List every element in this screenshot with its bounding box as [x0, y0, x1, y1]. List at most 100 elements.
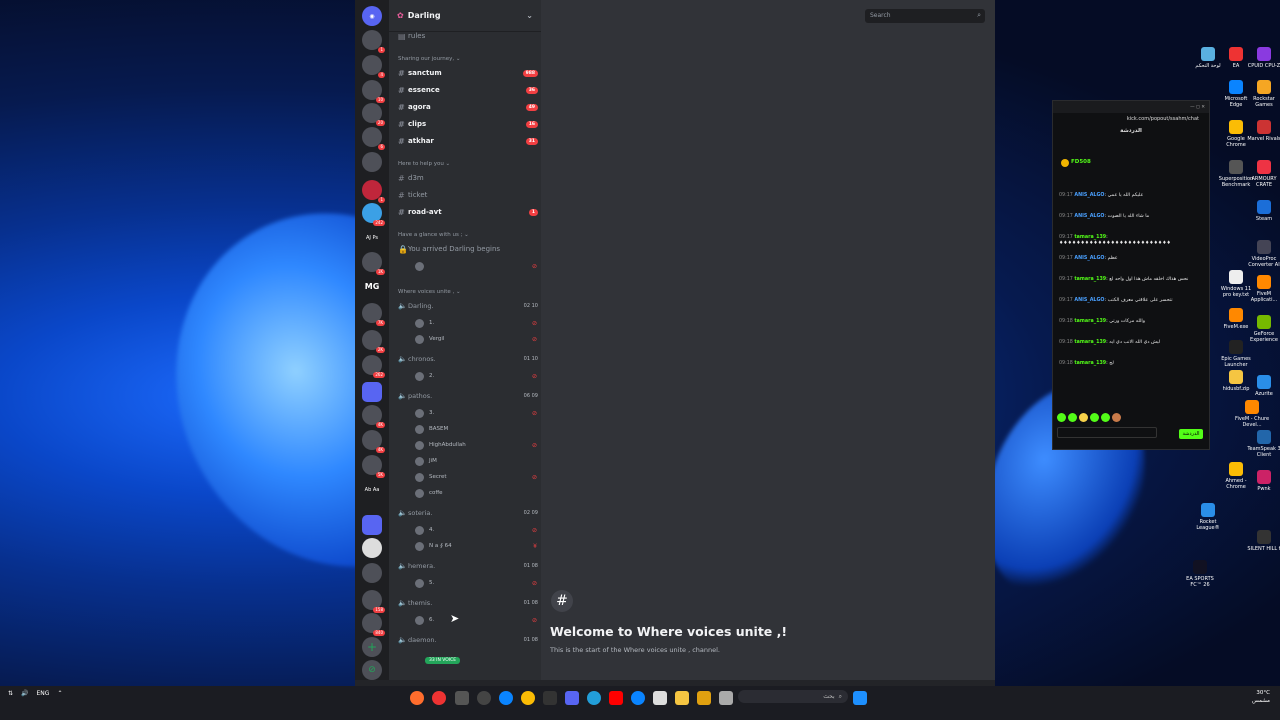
message-user[interactable]: tamara_139 — [1074, 319, 1106, 324]
channel-sanctum[interactable]: # sanctum 988 — [398, 66, 538, 80]
server-icon[interactable]: 4K — [362, 405, 385, 428]
edge-icon[interactable] — [499, 691, 513, 705]
desktop-shortcut[interactable]: SILENT HILL f — [1246, 530, 1280, 552]
window-controls-icon[interactable]: — ◻ ✕ — [1190, 105, 1205, 110]
server-icon[interactable]: 1 — [362, 30, 385, 53]
chat-input[interactable] — [1057, 427, 1157, 438]
channel-rules[interactable]: ▤ rules — [398, 29, 538, 43]
server-icon[interactable] — [362, 538, 382, 558]
youtube-icon[interactable] — [609, 691, 623, 705]
app-icon[interactable] — [697, 691, 711, 705]
server-icon[interactable]: 5K — [362, 455, 385, 478]
show-hidden-icons-icon[interactable]: ⌃ — [57, 690, 62, 697]
steam-icon[interactable] — [543, 691, 557, 705]
server-icon-mg[interactable]: MG — [362, 276, 382, 296]
message-user[interactable]: tamara_139 — [1074, 340, 1106, 345]
voice-channel-chronos[interactable]: 🔈 chronos. 01 10 — [398, 353, 538, 365]
server-header[interactable]: ✿ Darling ⌄ — [389, 0, 541, 32]
app-icon[interactable] — [719, 691, 733, 705]
discord-taskbar-icon[interactable] — [565, 691, 579, 705]
desktop-shortcut[interactable]: FiveM Applicati... — [1246, 275, 1280, 303]
folder-icon[interactable]: Ab Aa — [362, 480, 382, 500]
desktop-shortcut[interactable]: FiveM - Chure Devel... — [1234, 400, 1270, 428]
volume-icon[interactable]: 🔊 — [21, 690, 28, 697]
file-explorer-icon[interactable] — [675, 691, 689, 705]
taskview-icon[interactable] — [455, 691, 469, 705]
server-icon[interactable]: 262 — [362, 355, 385, 378]
voice-user[interactable]: BASEM — [415, 423, 537, 435]
weather-widget[interactable]: 30°C مشمس — [1252, 689, 1270, 705]
opera-icon[interactable] — [432, 691, 446, 705]
discover-icon[interactable]: ⊘ — [362, 660, 382, 680]
taskbar-search[interactable]: بحث ⌕ — [738, 690, 848, 703]
windows-start-icon[interactable] — [853, 691, 867, 705]
server-icon[interactable]: 4K — [362, 430, 385, 453]
channel-road-avt[interactable]: # road-avt 1 — [398, 205, 538, 219]
desktop-shortcut[interactable]: VideoProc Converter AI — [1246, 240, 1280, 268]
message-user[interactable]: tamara_139 — [1074, 277, 1106, 282]
folder-icon[interactable] — [362, 515, 382, 535]
server-icon[interactable] — [362, 563, 382, 583]
desktop-shortcut[interactable]: Marvel Rivals — [1246, 120, 1280, 142]
message-user[interactable]: tamara_139 — [1074, 361, 1106, 366]
voice-channel-pathos[interactable]: 🔈 pathos. 06 09 — [398, 390, 538, 402]
server-icon[interactable]: 1 — [362, 180, 385, 203]
emote-icon[interactable] — [1068, 413, 1077, 422]
desktop-shortcut[interactable]: Pwnk — [1246, 470, 1280, 492]
voice-channel-daemon[interactable]: 🔈 daemon. 01 08 — [398, 634, 538, 646]
desktop-shortcut[interactable]: Rocket League® — [1190, 503, 1226, 531]
desktop-shortcut[interactable]: EA SPORTS FC™ 26 — [1182, 560, 1218, 588]
desktop-shortcut[interactable]: GeForce Experience — [1246, 315, 1280, 343]
channel-arrived[interactable]: 🔒 You arrived Darling begins — [398, 242, 538, 256]
voice-user[interactable]: 3. ⊘ — [415, 407, 537, 419]
channel-clips[interactable]: # clips 16 — [398, 117, 538, 131]
desktop-shortcut[interactable]: Epic Games Launcher — [1218, 340, 1254, 368]
voice-user[interactable]: N a ∮ 64 ¥ — [415, 540, 537, 552]
message-user[interactable]: tamara_139 — [1074, 235, 1106, 240]
brave-icon[interactable] — [410, 691, 424, 705]
server-icon[interactable]: 1K — [362, 252, 385, 275]
emote-icon[interactable] — [1090, 413, 1099, 422]
settings-icon[interactable] — [477, 691, 491, 705]
discord-home-icon[interactable]: ◉ — [362, 6, 382, 26]
desktop-shortcut[interactable]: CPUID CPU-Z — [1246, 47, 1280, 69]
server-icon-active[interactable]: 242 — [362, 203, 385, 226]
language-indicator[interactable]: ENG — [37, 690, 50, 697]
emote-icon[interactable] — [1057, 413, 1066, 422]
channel-essence[interactable]: # essence 36 — [398, 83, 538, 97]
send-button[interactable]: الدردشة — [1179, 429, 1203, 439]
desktop-shortcut[interactable]: Azurite — [1246, 375, 1280, 397]
emote-icon[interactable] — [1112, 413, 1121, 422]
voice-user[interactable]: 4. ⊘ — [415, 524, 537, 536]
voice-user[interactable]: JiM — [415, 455, 537, 467]
message-user[interactable]: ANIS_ALGO — [1074, 214, 1104, 219]
desktop-shortcut[interactable]: Steam — [1246, 200, 1280, 222]
category-voices[interactable]: Where voices unite , ⌄ — [398, 289, 461, 295]
chrome-icon[interactable] — [521, 691, 535, 705]
server-icon[interactable]: 158 — [362, 590, 385, 613]
voice-user[interactable]: ⊘ — [415, 260, 537, 272]
voice-channel-themis[interactable]: 🔈 themis. 01 08 — [398, 597, 538, 609]
emote-bar[interactable] — [1057, 413, 1207, 423]
server-icon[interactable]: 7K — [362, 303, 385, 326]
network-icon[interactable]: ⇅ — [8, 690, 13, 697]
voice-user[interactable]: Secret ⊘ — [415, 471, 537, 483]
desktop-shortcut[interactable]: Rockstar Games — [1246, 80, 1280, 108]
emote-icon[interactable] — [1079, 413, 1088, 422]
voice-channel-hemera[interactable]: 🔈 hemera. 01 08 — [398, 560, 538, 572]
edge2-icon[interactable] — [631, 691, 645, 705]
voice-channel-soteria[interactable]: 🔈 soteria. 02 09 — [398, 507, 538, 519]
server-icon[interactable]: 2K — [362, 330, 385, 353]
channel-agora[interactable]: # agora 49 — [398, 100, 538, 114]
add-server-icon[interactable]: + — [362, 637, 382, 657]
in-voice-pill[interactable]: 33 IN VOICE — [425, 657, 461, 664]
voice-user[interactable]: 5. ⊘ — [415, 577, 537, 589]
message-user[interactable]: ANIS_ALGO — [1074, 193, 1104, 198]
server-icon[interactable]: 840 — [362, 613, 385, 636]
desktop-shortcut[interactable]: TeamSpeak 3 Client — [1246, 430, 1280, 458]
folder-icon[interactable] — [362, 382, 382, 402]
channel-ticket[interactable]: # ticket — [398, 188, 538, 202]
voice-user[interactable]: 2. ⊘ — [415, 370, 537, 382]
folder-icon[interactable]: AJ Ps — [362, 228, 382, 248]
voice-channel-darling[interactable]: 🔈 Darling. 02 10 — [398, 300, 538, 312]
